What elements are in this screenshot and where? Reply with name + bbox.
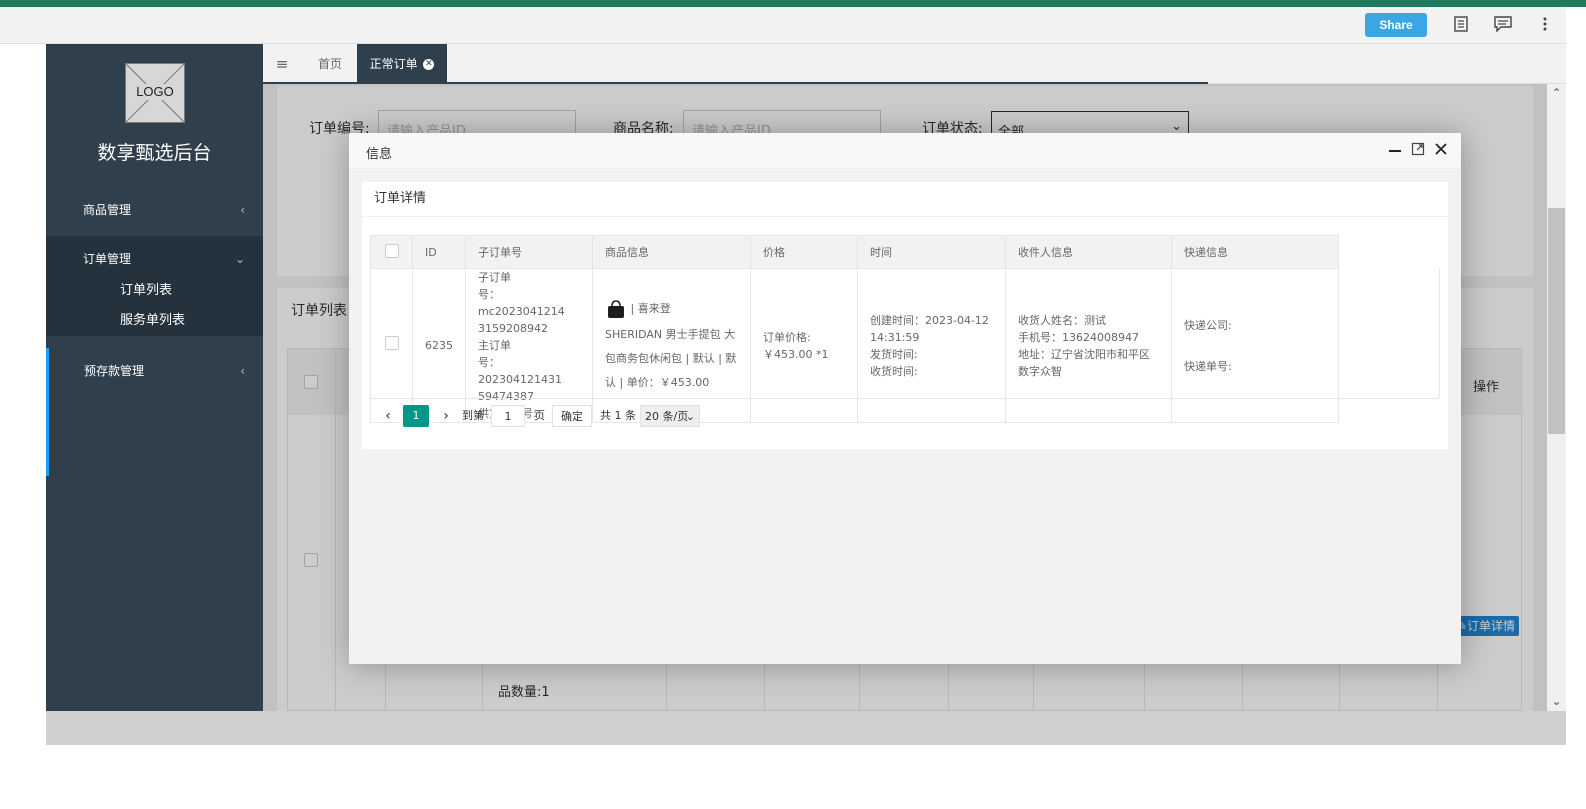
tab-home[interactable]: 首页 [305, 44, 355, 84]
sub-order-line: 主订单 [478, 339, 511, 352]
detail-table: ID 子订单号 商品信息 价格 时间 收件人信息 快递信息 6235 子订单 号… [370, 235, 1339, 423]
nav-deposit-management[interactable]: 预存款管理 ‹ [46, 348, 263, 394]
price-value: ￥453.00 *1 [763, 347, 829, 361]
col-express: 快递信息 [1171, 235, 1339, 269]
notes-icon[interactable] [1452, 16, 1470, 34]
order-detail-card: 订单详情 ID 子订单号 商品信息 价格 时间 收件人信息 快递信息 6235 … [362, 182, 1448, 449]
tab-normal-orders[interactable]: 正常订单 ✕ [357, 44, 447, 84]
goto-page-input[interactable]: 1 [491, 405, 525, 427]
info-modal: 信息 订单详情 ID 子订单号 商品信息 价格 时间 收件人信息 快递信息 62… [349, 133, 1461, 664]
receiver-address: 地址：辽宁省沈阳市和平区 [1018, 347, 1150, 361]
viewer-toolbar: Share [0, 7, 1566, 44]
comment-icon[interactable] [1494, 16, 1512, 34]
goto-label: 到第 [462, 409, 484, 422]
created-time: 创建时间：2023-04-12 [870, 313, 989, 327]
maximize-icon[interactable] [1409, 141, 1427, 161]
received-time: 收货时间: [870, 364, 918, 378]
brand-title: 数享甄选后台 [97, 142, 212, 164]
prev-page-icon[interactable]: ‹ [380, 405, 396, 427]
close-circle-icon[interactable]: ✕ [423, 59, 435, 70]
nav-label: 预存款管理 [84, 364, 145, 378]
active-indicator [46, 394, 49, 476]
close-icon[interactable] [1432, 141, 1450, 161]
page-current[interactable]: 1 [403, 405, 429, 427]
row-checkbox[interactable] [385, 336, 399, 350]
top-accent-stripe [0, 0, 1586, 7]
scroll-up-icon[interactable]: ⌃ [1547, 86, 1566, 103]
nav-order-list[interactable]: 订单列表 [46, 276, 263, 306]
sub-order-line: 3159208942 [478, 322, 548, 335]
col-receiver: 收件人信息 [1005, 235, 1172, 269]
next-page-icon[interactable]: › [438, 405, 454, 427]
col-price: 价格 [750, 235, 858, 269]
total-count: 共 1 条 [600, 409, 636, 422]
page-size-select[interactable]: 20 条/页 ⌄ [640, 405, 700, 427]
product-brand: | 喜来登 [630, 301, 671, 315]
menu-toggle-icon[interactable]: ≡ [263, 44, 301, 84]
header-checkbox-cell [370, 235, 413, 269]
product-brand-line: | 喜来登 [605, 297, 738, 321]
receiver-name: 收货人姓名：测试 [1018, 313, 1106, 327]
modal-title: 信息 [366, 147, 393, 162]
tab-label: 正常订单 [369, 57, 418, 71]
share-button[interactable]: Share [1365, 13, 1427, 37]
goto-confirm-button[interactable]: 确定 [552, 405, 592, 427]
nav-service-list[interactable]: 服务单列表 [46, 306, 263, 336]
nav-label: 订单管理 [83, 252, 132, 266]
table-header-row: ID 子订单号 商品信息 价格 时间 收件人信息 快递信息 [370, 235, 1339, 269]
sub-order-line: 子订单 [478, 271, 511, 284]
minimize-icon[interactable] [1386, 141, 1404, 161]
price-label: 订单价格: [763, 330, 811, 344]
page-unit: 页 [534, 409, 545, 422]
sub-order-line: 号：202304121431 [478, 356, 562, 386]
created-time-clock: 14:31:59 [870, 330, 920, 344]
col-product: 商品信息 [592, 235, 751, 269]
card-title: 订单详情 [362, 182, 1448, 217]
table-edge [1439, 268, 1440, 398]
scrollbar-thumb[interactable] [1548, 208, 1565, 434]
product-desc-line: 认 | 单价：￥453.00 [605, 375, 710, 389]
logo: LOGO [125, 63, 185, 123]
select-all-checkbox[interactable] [385, 243, 399, 258]
scroll-down-icon[interactable]: ⌄ [1547, 694, 1566, 711]
pagination: ‹ 1 › 到第 1 页 确定 共 1 条 20 条/页 ⌄ [370, 398, 1439, 432]
logo-text: LOGO [126, 84, 184, 100]
product-desc-line: SHERIDAN 男士手提包 大 [605, 327, 736, 341]
tab-bar: ≡ 首页 正常订单 ✕ [263, 44, 1566, 84]
product-desc-line: 包商务包休闲包 | 默认 | 默 [605, 351, 737, 365]
chevron-down-icon: ⌄ [685, 410, 695, 423]
express-company: 快递公司: [1184, 318, 1232, 332]
more-vertical-icon[interactable] [1536, 16, 1554, 34]
nav-label: 商品管理 [83, 203, 132, 217]
modal-backdrop-bottom [46, 711, 1566, 745]
nav-product-management[interactable]: 商品管理 ‹ [46, 187, 263, 233]
receiver-phone: 手机号：13624008947 [1018, 330, 1139, 344]
col-sub-order: 子订单号 [465, 235, 593, 269]
receiver-address-cont: 数字众智 [1018, 364, 1062, 378]
col-id: ID [412, 235, 466, 269]
express-number: 快递单号: [1184, 359, 1232, 373]
sidebar: LOGO 数享甄选后台 商品管理 ‹ 订单管理 ⌄ 订单列表 服务单列表 预存款… [46, 44, 263, 711]
chevron-left-icon: ‹ [240, 364, 245, 378]
handbag-icon [605, 299, 627, 319]
chevron-left-icon: ‹ [240, 203, 245, 217]
sub-order-line: 号：mc2023041214 [478, 288, 565, 318]
col-time: 时间 [857, 235, 1006, 269]
modal-header: 信息 [349, 133, 1461, 169]
page-size-value: 20 条/页 [645, 410, 689, 423]
shipped-time: 发货时间: [870, 347, 918, 361]
